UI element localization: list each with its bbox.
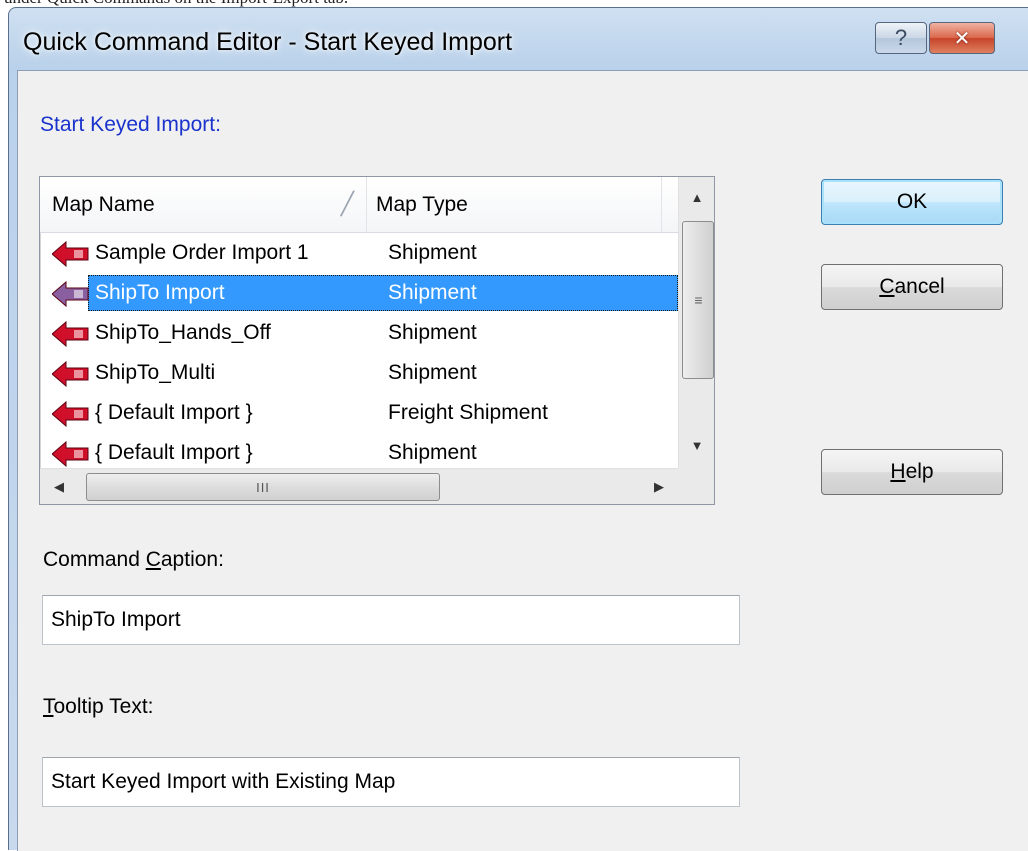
dialog-body: Start Keyed Import: Map Name ╱ Map Type …	[17, 70, 1028, 851]
command-caption-mnemonic: C	[145, 548, 161, 571]
ok-button[interactable]: OK	[821, 179, 1003, 225]
horizontal-scroll-thumb[interactable]: III	[86, 473, 440, 501]
tooltip-text-label: Tooltip Text:	[43, 695, 154, 719]
window-title: Quick Command Editor - Start Keyed Impor…	[23, 28, 513, 56]
import-map-icon	[52, 241, 89, 267]
help-button[interactable]: Help	[821, 449, 1003, 495]
grip-icon: III	[256, 479, 270, 495]
list-row[interactable]: { Default Import } Freight Shipment	[40, 394, 678, 434]
horizontal-scrollbar[interactable]: ◀ III ▶	[40, 468, 678, 504]
close-button[interactable]: ✕	[929, 22, 995, 54]
map-name-cell: ShipTo Import	[95, 281, 225, 304]
question-mark-icon: ?	[894, 25, 908, 50]
map-list[interactable]: Map Name ╱ Map Type Sample Order Import …	[39, 176, 715, 505]
cancel-button[interactable]: Cancel	[821, 264, 1003, 310]
list-row[interactable]: ShipTo_Multi Shipment	[40, 354, 678, 394]
title-help-button[interactable]: ?	[875, 22, 927, 54]
help-mnemonic: H	[890, 460, 906, 483]
column-header-map-type[interactable]: Map Type	[376, 177, 662, 232]
ok-button-label: OK	[896, 190, 928, 213]
map-type-cell: Shipment	[388, 321, 477, 344]
close-icon: ✕	[953, 26, 971, 50]
scroll-right-arrow-icon[interactable]: ▶	[642, 469, 676, 504]
sort-indicator-icon: ╱	[340, 191, 354, 216]
map-type-cell: Shipment	[388, 241, 477, 264]
import-map-icon	[52, 401, 89, 427]
dialog-window: Quick Command Editor - Start Keyed Impor…	[8, 7, 1028, 851]
title-bar[interactable]: Quick Command Editor - Start Keyed Impor…	[9, 8, 1028, 74]
map-type-cell: Shipment	[388, 361, 477, 384]
map-name-cell: ShipTo_Multi	[95, 361, 216, 384]
list-header: Map Name ╱ Map Type	[40, 177, 678, 233]
vertical-scrollbar[interactable]: ▲ ≡ ▼	[678, 177, 714, 468]
map-type-cell: Shipment	[388, 441, 477, 464]
column-header-map-name-label: Map Name	[52, 192, 155, 216]
help-button-label: elp	[905, 460, 934, 483]
section-label: Start Keyed Import:	[40, 113, 221, 136]
scrollbar-corner	[678, 468, 714, 504]
column-header-map-name[interactable]: Map Name ╱	[52, 177, 367, 232]
list-row[interactable]: ShipTo_Hands_Off Shipment	[40, 314, 678, 354]
column-header-map-type-label: Map Type	[376, 192, 468, 216]
cancel-button-label: ancel	[894, 275, 945, 298]
map-type-cell: Freight Shipment	[388, 401, 548, 424]
command-caption-input[interactable]: ShipTo Import	[42, 595, 740, 645]
list-row[interactable]: Sample Order Import 1 Shipment	[40, 234, 678, 274]
tooltip-text-mnemonic: T	[43, 695, 54, 718]
tooltip-text-label-post: ooltip Text:	[53, 695, 154, 718]
command-caption-label: Command Caption:	[43, 548, 224, 572]
import-map-icon	[52, 361, 89, 387]
command-caption-label-post: aption:	[160, 548, 224, 571]
map-type-cell: Shipment	[388, 281, 477, 304]
tooltip-text-input[interactable]: Start Keyed Import with Existing Map	[42, 757, 740, 807]
command-caption-label-pre: Command	[43, 548, 146, 571]
map-name-cell: { Default Import }	[95, 401, 253, 424]
vertical-scroll-thumb[interactable]: ≡	[682, 221, 714, 379]
scroll-left-arrow-icon[interactable]: ◀	[42, 469, 76, 504]
grip-icon: ≡	[694, 292, 702, 308]
import-map-icon	[52, 441, 89, 467]
import-map-icon	[52, 321, 89, 347]
scroll-up-arrow-icon[interactable]: ▲	[679, 179, 714, 215]
map-name-cell: ShipTo_Hands_Off	[95, 321, 271, 344]
cancel-mnemonic: C	[879, 275, 895, 298]
map-name-cell: { Default Import }	[95, 441, 253, 464]
list-row[interactable]: ShipTo Import Shipment	[40, 274, 678, 314]
map-name-cell: Sample Order Import 1	[95, 241, 309, 264]
import-map-icon	[52, 281, 89, 307]
list-rows: Sample Order Import 1 Shipment ShipTo Impo…	[40, 234, 678, 474]
scroll-down-arrow-icon[interactable]: ▼	[679, 427, 714, 463]
